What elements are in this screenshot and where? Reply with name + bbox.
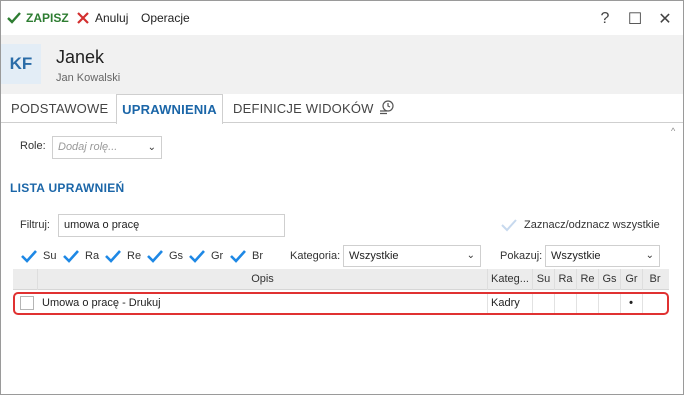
column-divider xyxy=(487,294,488,313)
help-button[interactable]: ? xyxy=(594,9,616,29)
chevron-down-icon: ⌄ xyxy=(147,142,156,153)
checkbox-su[interactable]: Su xyxy=(21,246,56,266)
cell-br[interactable] xyxy=(642,294,667,313)
collapse-icon[interactable]: ^ xyxy=(671,126,675,136)
toggle-all-label: Zaznacz/odznacz wszystkie xyxy=(524,219,660,231)
cancel-button[interactable]: Anuluj xyxy=(77,9,128,27)
close-window-icon: ✕ xyxy=(658,11,672,28)
col-opis[interactable]: Opis xyxy=(37,269,487,290)
operations-menu[interactable]: Operacje xyxy=(141,9,190,27)
maximize-icon: ☐ xyxy=(627,11,643,28)
checkmark-icon xyxy=(105,250,121,263)
cell-re[interactable] xyxy=(576,294,598,313)
checkbox-gr[interactable]: Gr xyxy=(189,246,223,266)
checkbox-label: Gr xyxy=(211,250,224,262)
cell-gr[interactable]: • xyxy=(620,294,642,313)
table-row[interactable]: Umowa o pracę - Drukuj Kadry • xyxy=(13,292,669,315)
close-icon xyxy=(77,12,89,24)
save-label: ZAPISZ xyxy=(26,11,69,25)
toolbar: ZAPISZ Anuluj Operacje ? ☐ ✕ xyxy=(1,1,683,35)
filter-input[interactable]: umowa o pracę xyxy=(58,214,285,237)
checkbox-gs[interactable]: Gs xyxy=(147,246,183,266)
operations-label: Operacje xyxy=(141,11,190,25)
checkbox-re[interactable]: Re xyxy=(105,246,141,266)
cancel-label: Anuluj xyxy=(95,11,129,25)
row-checkbox[interactable] xyxy=(20,296,34,310)
show-value: Wszystkie xyxy=(551,250,601,262)
check-icon xyxy=(7,12,21,24)
tab-bar: PODSTAWOWE UPRAWNIENIA DEFINICJE WIDOKÓW xyxy=(1,94,683,124)
col-kategoria[interactable]: Kateg... xyxy=(487,269,532,290)
grid-header: Opis Kateg... Su Ra Re Gs Gr Br xyxy=(13,269,669,290)
checkmark-icon xyxy=(21,250,37,263)
col-su[interactable]: Su xyxy=(532,269,554,290)
tab-uprawnienia[interactable]: UPRAWNIENIA xyxy=(116,94,223,124)
col-gr[interactable]: Gr xyxy=(620,269,642,290)
show-label: Pokazuj: xyxy=(500,250,543,262)
checkmark-icon xyxy=(189,250,205,263)
cell-su[interactable] xyxy=(532,294,554,313)
tab-podstawowe[interactable]: PODSTAWOWE xyxy=(11,94,108,123)
chevron-down-icon: ⌄ xyxy=(466,250,475,261)
checkbox-label: Gs xyxy=(169,250,184,262)
help-icon: ? xyxy=(600,10,610,27)
col-br[interactable]: Br xyxy=(642,269,667,290)
cell-kategoria: Kadry xyxy=(491,297,520,309)
col-re[interactable]: Re xyxy=(576,269,598,290)
checkmark-icon xyxy=(63,250,79,263)
close-button[interactable]: ✕ xyxy=(654,9,676,29)
history-icon[interactable] xyxy=(379,100,395,116)
role-placeholder: Dodaj rolę... xyxy=(58,141,118,153)
maximize-button[interactable]: ☐ xyxy=(624,9,646,29)
role-label: Role: xyxy=(20,140,46,152)
record-header: KF Janek Jan Kowalski xyxy=(1,35,683,94)
cell-gs[interactable] xyxy=(598,294,620,313)
checkbox-label: Re xyxy=(127,250,142,262)
checkbox-label: Br xyxy=(252,250,263,262)
role-select[interactable]: Dodaj rolę... ⌄ xyxy=(52,136,162,159)
show-select[interactable]: Wszystkie ⌄ xyxy=(545,245,660,267)
permissions-window: ZAPISZ Anuluj Operacje ? ☐ ✕ KF Janek Ja… xyxy=(0,0,684,395)
check-all-icon xyxy=(501,219,517,232)
checkbox-label: Su xyxy=(43,250,57,262)
filter-label: Filtruj: xyxy=(20,219,50,231)
avatar: KF xyxy=(1,44,41,84)
checkbox-br[interactable]: Br xyxy=(230,246,263,266)
col-ra[interactable]: Ra xyxy=(554,269,576,290)
tab-definicje-widokow[interactable]: DEFINICJE WIDOKÓW xyxy=(233,94,374,123)
cell-opis: Umowa o pracę - Drukuj xyxy=(42,297,161,309)
save-button[interactable]: ZAPISZ xyxy=(7,9,69,27)
col-gs[interactable]: Gs xyxy=(598,269,620,290)
checkbox-label: Ra xyxy=(85,250,100,262)
checkmark-icon xyxy=(230,250,246,263)
category-select[interactable]: Wszystkie ⌄ xyxy=(343,245,481,267)
record-title: Janek xyxy=(56,47,105,67)
section-title: LISTA UPRAWNIEŃ xyxy=(10,181,125,195)
checkmark-icon xyxy=(147,250,163,263)
category-label: Kategoria: xyxy=(290,250,341,262)
cell-ra[interactable] xyxy=(554,294,576,313)
col-select[interactable] xyxy=(13,269,37,290)
record-subtitle: Jan Kowalski xyxy=(56,72,121,84)
toggle-all-button[interactable]: Zaznacz/odznacz wszystkie xyxy=(501,218,660,232)
category-value: Wszystkie xyxy=(349,250,399,262)
checkbox-ra[interactable]: Ra xyxy=(63,246,99,266)
chevron-down-icon: ⌄ xyxy=(645,250,654,261)
